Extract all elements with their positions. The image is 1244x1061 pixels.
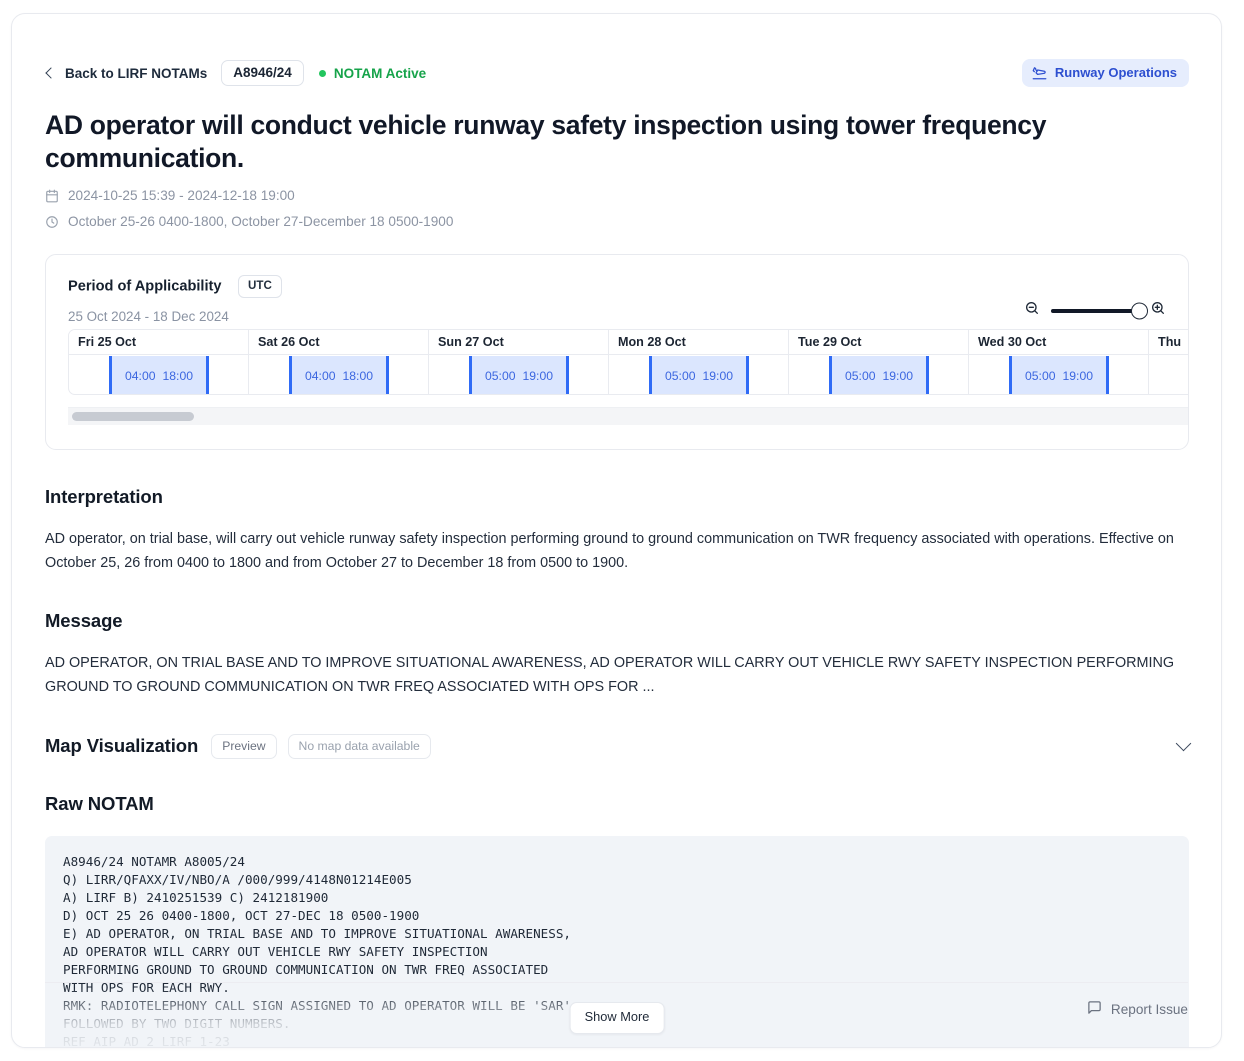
timeline-band-start: 04:00 <box>125 368 156 383</box>
timeline-day-label: Wed 30 Oct <box>969 330 1148 356</box>
category-tag-label: Runway Operations <box>1054 65 1177 80</box>
zoom-in-icon[interactable] <box>1150 300 1166 321</box>
zoom-out-icon[interactable] <box>1024 300 1040 321</box>
back-to-notams-link[interactable]: Back to LIRF NOTAMs <box>45 66 207 81</box>
timeline-band-start: 05:00 <box>665 368 696 383</box>
clock-icon <box>45 215 59 229</box>
period-header: Period of Applicability UTC 25 Oct 2024 … <box>46 255 1188 324</box>
period-title: Period of Applicability <box>68 278 222 295</box>
status-dot-icon <box>318 69 326 77</box>
period-of-applicability-panel: Period of Applicability UTC 25 Oct 2024 … <box>45 254 1189 451</box>
timeline-scrollbar[interactable] <box>68 407 1188 426</box>
timeline-band-start: 05:00 <box>485 368 516 383</box>
message-heading: Message <box>45 610 123 632</box>
notam-id-chip: A8946/24 <box>221 59 304 87</box>
notam-detail-card: Back to LIRF NOTAMs A8946/24 NOTAM Activ… <box>11 13 1222 1048</box>
top-bar: Back to LIRF NOTAMs A8946/24 NOTAM Activ… <box>45 58 1189 88</box>
meta-schedule: October 25-26 0400-1800, October 27-Dece… <box>45 214 1189 229</box>
status-badge: NOTAM Active <box>318 65 427 81</box>
page-root: Back to LIRF NOTAMs A8946/24 NOTAM Activ… <box>0 0 1244 1061</box>
meta-date-range: 2024-10-25 15:39 - 2024-12-18 19:00 <box>45 188 1189 203</box>
card-footer: Report Issue <box>45 982 1188 1018</box>
category-tag-runway-operations[interactable]: Runway Operations <box>1021 59 1189 87</box>
date-range-text: 2024-10-25 15:39 - 2024-12-18 19:00 <box>68 188 295 204</box>
timeline-viewport[interactable]: Fri 25 Oct 04:00 18:00 Sat 26 Oct 04:00 18:00… <box>68 329 1188 429</box>
interpretation-text: AD operator, on trial base, will carry o… <box>45 531 1174 572</box>
period-subtitle: 25 Oct 2024 - 18 Dec 2024 <box>68 308 229 324</box>
timeline-active-band[interactable]: 04:00 18:00 <box>109 356 209 395</box>
card-content: Back to LIRF NOTAMs A8946/24 NOTAM Activ… <box>12 14 1221 1047</box>
timeline-band-end: 19:00 <box>882 368 914 383</box>
timeline-band-start: 05:00 <box>845 368 876 383</box>
timeline-day-label: Sun 27 Oct <box>429 330 608 356</box>
timeline-scrollbar-thumb[interactable] <box>72 412 194 422</box>
timeline-zoom-controls <box>1024 300 1166 321</box>
interpretation-section: Interpretation AD operator, on trial bas… <box>45 486 1189 576</box>
timeline-band-end: 19:00 <box>522 368 554 383</box>
timeline-zoom-slider-handle[interactable] <box>1131 302 1148 320</box>
period-header-texts: Period of Applicability UTC 25 Oct 2024 … <box>68 275 282 324</box>
timeline-zoom-slider[interactable] <box>1051 302 1148 320</box>
plane-takeoff-icon <box>1032 65 1047 80</box>
timeline-day-label: Tue 29 Oct <box>789 330 968 356</box>
page-title: AD operator will conduct vehicle runway … <box>45 110 1047 174</box>
map-preview-chip: Preview <box>211 733 277 760</box>
timeline-band-end: 18:00 <box>162 368 194 383</box>
calendar-icon <box>45 189 59 203</box>
map-visualization-heading: Map Visualization <box>45 735 199 757</box>
raw-notam-heading: Raw NOTAM <box>45 793 154 815</box>
timeline-day-label: Fri 25 Oct <box>69 330 248 356</box>
timeline-day-column: Thu <box>1149 330 1188 394</box>
timeline-grid: Fri 25 Oct 04:00 18:00 Sat 26 Oct 04:00 18:00… <box>68 329 1188 396</box>
timeline-active-band[interactable]: 04:00 18:00 <box>289 356 389 395</box>
timeline-day-label: Thu <box>1149 330 1188 356</box>
timeline-band-end: 19:00 <box>702 368 734 383</box>
timeline-band-start: 04:00 <box>305 368 336 383</box>
timeline-band-end: 19:00 <box>1062 368 1094 383</box>
message-text: AD OPERATOR, ON TRIAL BASE AND TO IMPROV… <box>45 655 1175 695</box>
timeline-active-band[interactable]: 05:00 19:00 <box>649 356 749 395</box>
chevron-left-icon <box>45 67 57 79</box>
timezone-chip[interactable]: UTC <box>237 275 282 298</box>
schedule-text: October 25-26 0400-1800, October 27-Dece… <box>68 214 454 230</box>
report-issue-label: Report Issue <box>1110 1001 1188 1017</box>
timeline-day-label: Mon 28 Oct <box>609 330 788 356</box>
map-visualization-row[interactable]: Map Visualization Preview No map data av… <box>45 733 1192 760</box>
back-link-label: Back to LIRF NOTAMs <box>65 65 208 81</box>
timeline-band-end: 18:00 <box>342 368 374 383</box>
map-no-data-chip: No map data available <box>287 733 431 760</box>
timeline-band-start: 05:00 <box>1025 368 1056 383</box>
timeline-active-band[interactable]: 05:00 19:00 <box>469 356 569 395</box>
interpretation-heading: Interpretation <box>45 486 163 508</box>
period-title-row: Period of Applicability UTC <box>68 275 282 298</box>
status-label: NOTAM Active <box>333 65 427 81</box>
timeline-active-band[interactable]: 05:00 19:00 <box>829 356 929 395</box>
message-section: Message AD OPERATOR, ON TRIAL BASE AND T… <box>45 610 1189 700</box>
timeline-active-band[interactable]: 05:00 19:00 <box>1009 356 1109 395</box>
chevron-down-icon[interactable] <box>1175 736 1192 752</box>
message-square-icon <box>1087 1000 1102 1018</box>
report-issue-button[interactable]: Report Issue <box>1087 1000 1188 1018</box>
timeline-day-label: Sat 26 Oct <box>249 330 428 356</box>
